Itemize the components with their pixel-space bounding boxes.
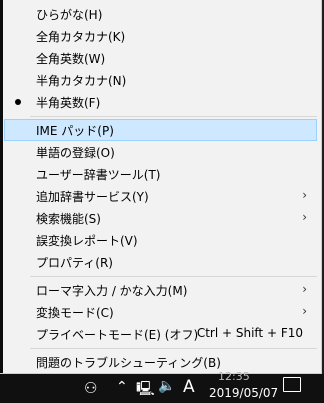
people-icon[interactable]: ⚇ [84, 379, 97, 397]
chevron-right-icon: › [302, 282, 307, 296]
menu-item-word-register[interactable]: 単語の登録(O) [4, 141, 317, 163]
menu-item-label: 半角英数(F) [36, 96, 101, 110]
ime-mode-indicator[interactable]: A [183, 377, 195, 397]
chevron-right-icon: › [302, 188, 307, 202]
taskbar: ⚇ ⌃ 🖳 🔈 A 12:35 2019/05/07 [0, 370, 324, 403]
menu-item-zenkaku-katakana[interactable]: 全角カタカナ(K) [4, 25, 317, 47]
menu-item-troubleshooting[interactable]: 問題のトラブルシューティング(B) [4, 351, 317, 373]
menu-item-label: 全角カタカナ(K) [36, 30, 126, 44]
menu-item-label: 半角カタカナ(N) [36, 74, 127, 88]
menu-item-hankaku-eisu[interactable]: 半角英数(F) [4, 91, 317, 113]
menu-item-label: プロパティ(R) [36, 256, 113, 270]
menu-item-label: IME パッド(P) [36, 124, 114, 138]
menu-item-label: プライベートモード(E) (オフ) [36, 328, 199, 342]
menu-item-conversion-mode[interactable]: 変換モード(C) › [4, 301, 317, 323]
menu-left-edge [0, 0, 3, 373]
menu-separator [30, 116, 317, 117]
menu-separator [30, 276, 317, 277]
volume-icon[interactable]: 🔈 [158, 378, 175, 394]
chevron-right-icon: › [302, 210, 307, 224]
menu-item-label: 問題のトラブルシューティング(B) [36, 356, 221, 370]
selected-bullet-icon [15, 99, 21, 105]
network-icon[interactable]: 🖳 [136, 378, 155, 402]
menu-item-label: 検索機能(S) [36, 212, 101, 226]
menu-item-ime-pad[interactable]: IME パッド(P) [4, 119, 317, 141]
menu-item-label: 全角英数(W) [36, 52, 106, 66]
shortcut-text: Ctrl + Shift + F10 [196, 326, 303, 340]
menu-item-label: ユーザー辞書ツール(T) [36, 168, 161, 182]
menu-item-user-dictionary-tool[interactable]: ユーザー辞書ツール(T) [4, 163, 317, 185]
menu-item-label: 誤変換レポート(V) [36, 234, 138, 248]
clock-time[interactable]: 12:35 [218, 370, 250, 383]
clock-date[interactable]: 2019/05/07 [209, 386, 278, 400]
menu-item-romaji-kana-input[interactable]: ローマ字入力 / かな入力(M) › [4, 279, 317, 301]
chevron-right-icon: › [302, 304, 307, 318]
menu-item-label: 単語の登録(O) [36, 146, 115, 160]
menu-item-conversion-report[interactable]: 誤変換レポート(V) [4, 229, 317, 251]
menu-item-label: 変換モード(C) [36, 306, 114, 320]
menu-item-additional-dictionary[interactable]: 追加辞書サービス(Y) › [4, 185, 317, 207]
menu-item-hankaku-katakana[interactable]: 半角カタカナ(N) [4, 69, 317, 91]
action-center-icon[interactable] [283, 377, 301, 392]
chevron-up-icon[interactable]: ⌃ [116, 379, 128, 395]
menu-item-zenkaku-eisu[interactable]: 全角英数(W) [4, 47, 317, 69]
ime-context-menu: ひらがな(H) 全角カタカナ(K) 全角英数(W) 半角カタカナ(N) 半角英数… [0, 0, 322, 374]
menu-item-private-mode[interactable]: プライベートモード(E) (オフ) Ctrl + Shift + F10 [4, 323, 317, 345]
menu-item-label: 追加辞書サービス(Y) [36, 190, 149, 204]
menu-item-hiragana[interactable]: ひらがな(H) [4, 3, 317, 25]
menu-item-search-function[interactable]: 検索機能(S) › [4, 207, 317, 229]
menu-item-label: ローマ字入力 / かな入力(M) [36, 284, 188, 298]
menu-item-label: ひらがな(H) [36, 8, 103, 22]
menu-item-properties[interactable]: プロパティ(R) [4, 251, 317, 273]
menu-separator [30, 348, 317, 349]
